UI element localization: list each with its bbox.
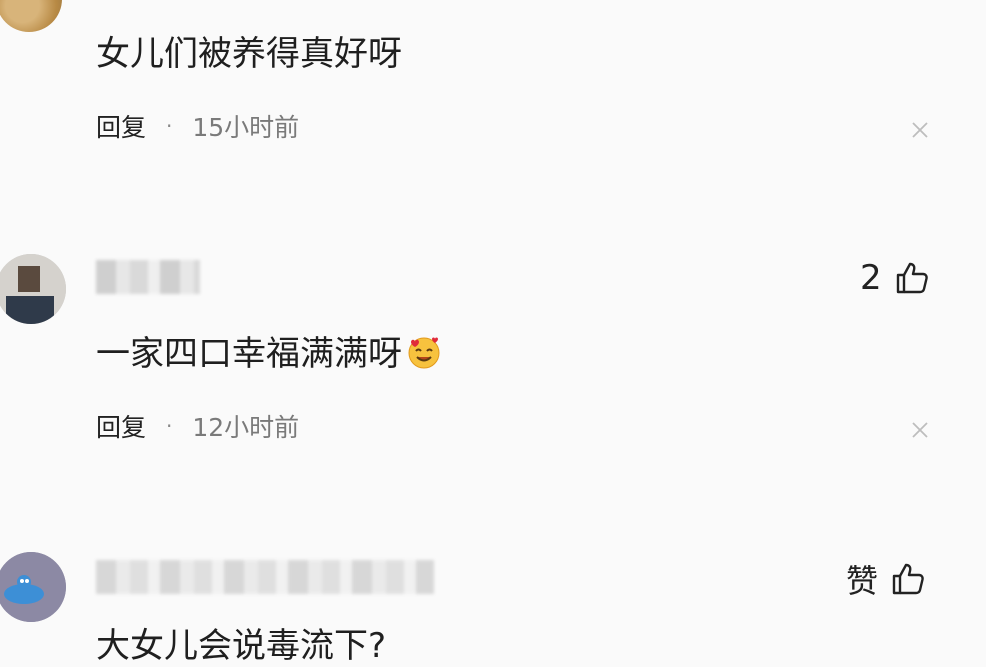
comment-text-partial: 大女儿会说毒流下? — [96, 626, 387, 666]
avatar[interactable] — [0, 552, 66, 622]
avatar-cartoon-icon — [0, 552, 66, 622]
close-icon[interactable] — [910, 420, 930, 440]
comment-meta: 回复 · 12小时前 — [96, 408, 299, 444]
like-label: 赞 — [846, 562, 879, 600]
close-icon[interactable] — [910, 120, 930, 140]
comment-text: 女儿们被养得真好呀 — [96, 34, 402, 74]
timestamp: 12小时前 — [192, 413, 300, 442]
comment-text: 一家四口幸福满满呀 — [96, 326, 442, 375]
timestamp: 15小时前 — [192, 113, 300, 142]
separator-dot: · — [166, 414, 173, 438]
reply-button[interactable]: 回复 — [96, 408, 146, 444]
like-count: 2 — [860, 258, 882, 298]
username[interactable] — [96, 560, 434, 594]
smiling-face-with-hearts-icon — [408, 337, 440, 369]
thumbs-up-icon — [892, 563, 924, 595]
comment-text-content: 一家四口幸福满满呀 — [96, 334, 402, 374]
avatar-person-icon — [0, 254, 66, 324]
avatar[interactable] — [0, 0, 62, 32]
username[interactable] — [96, 260, 200, 294]
comment-meta: 回复 · 15小时前 — [96, 108, 299, 144]
thumbs-up-icon — [896, 262, 928, 294]
avatar[interactable] — [0, 254, 66, 324]
reply-button[interactable]: 回复 — [96, 108, 146, 144]
like-button[interactable]: 2 — [860, 258, 930, 298]
like-button[interactable]: 赞 — [846, 556, 926, 602]
separator-dot: · — [166, 114, 173, 138]
